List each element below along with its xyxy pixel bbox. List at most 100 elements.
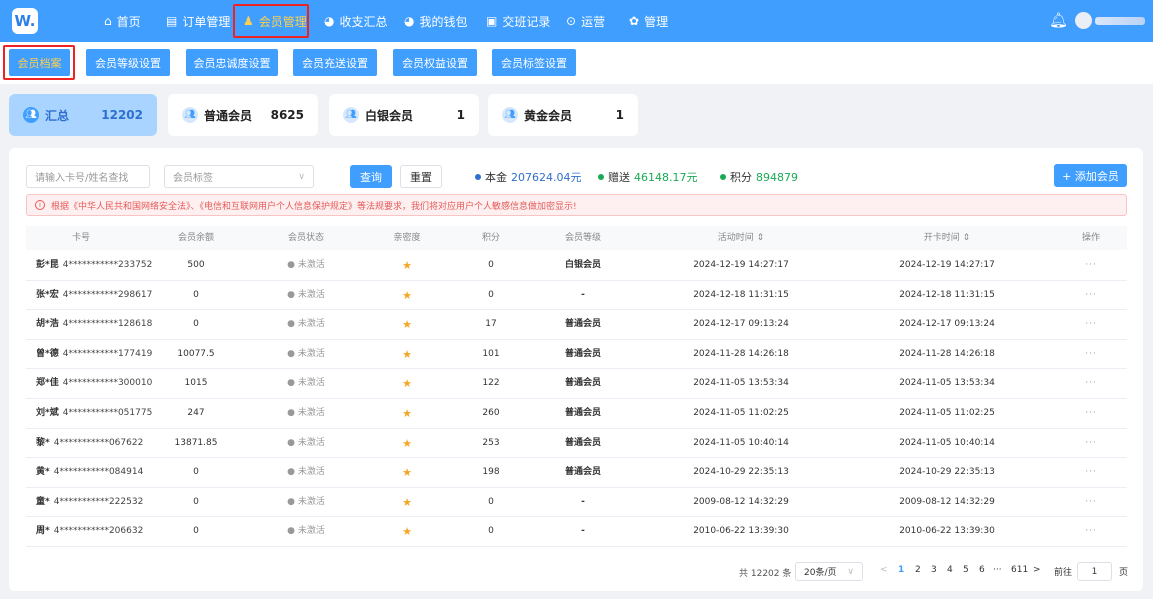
summary-card-total[interactable]: 👥︎ 汇总 12202 — [9, 94, 157, 136]
subnav-benefit-settings[interactable]: 会员权益设置 — [393, 49, 477, 76]
star-icon: ★ — [402, 407, 412, 420]
table-row[interactable]: 刘*斌 4***********051775 247 ● 未激活 ★ 260 普通会员 202… — [26, 399, 1127, 429]
card-number: 4***********298617 — [62, 289, 153, 300]
table-row[interactable]: 张*宏 4***********298617 0 ● 未激活 ★ 0 - 2024-12-18… — [26, 281, 1127, 311]
table-row[interactable]: 彭*昆 4***********233752 500 ● 未激活 ★ 0 白银会员 2024-… — [26, 251, 1127, 281]
page-1[interactable]: 1 — [898, 565, 904, 575]
more-icon[interactable]: ··· — [1085, 319, 1097, 329]
nav-admin[interactable]: ✿ 管理 — [629, 0, 668, 42]
table-row[interactable]: 胡*浩 4***********128618 0 ● 未激活 ★ 17 普通会员 2024-1… — [26, 310, 1127, 340]
username-blurred[interactable] — [1095, 17, 1145, 25]
cell-level: 白银会员 — [564, 260, 601, 270]
next-page-button[interactable]: > — [1033, 565, 1041, 575]
cell-open-time: 2024-11-05 10:40:14 — [899, 437, 995, 448]
member-name: 曾*德 — [36, 348, 59, 359]
reset-button[interactable]: 重置 — [400, 165, 442, 188]
prev-page-button[interactable]: < — [880, 565, 888, 575]
col-intimacy: 亲密度 — [393, 233, 421, 243]
table-row[interactable]: 郑*佳 4***********300010 1015 ● 未激活 ★ 122 普通会员 20… — [26, 369, 1127, 399]
table-row[interactable]: 童* 4***********222532 0 ● 未激活 ★ 0 - 2009-08-12 … — [26, 488, 1127, 518]
cell-status: ● 未激活 — [287, 408, 325, 418]
members-icon: 👥︎ — [23, 107, 39, 123]
more-icon[interactable]: ··· — [1085, 260, 1097, 270]
bell-icon[interactable]: 🔔︎ — [1049, 11, 1068, 29]
more-icon[interactable]: ··· — [1085, 408, 1097, 418]
cell-active-time: 2024-11-05 10:40:14 — [693, 437, 789, 448]
cell-intimacy: ★ — [367, 488, 447, 517]
summary-card-silver[interactable]: 👥︎ 白银会员 1 — [329, 94, 479, 136]
col-open-time[interactable]: 开卡时间 ⇕ — [892, 226, 1002, 250]
query-button[interactable]: 查询 — [350, 165, 392, 188]
cell-active-time: 2024-10-29 22:35:13 — [693, 467, 789, 478]
more-icon[interactable]: ··· — [1085, 378, 1097, 388]
stat-bonus-value: 46148.17元 — [634, 171, 698, 184]
summary-count: 1 — [456, 108, 465, 122]
cell-open-time: 2024-11-05 13:53:34 — [899, 378, 995, 389]
nav-ops[interactable]: ⊙ 运营 — [566, 0, 605, 42]
subnav-recharge-settings[interactable]: 会员充送设置 — [293, 49, 377, 76]
cell-level: - — [581, 496, 585, 507]
members-icon: 👥︎ — [182, 107, 198, 123]
summary-card-regular[interactable]: 👥︎ 普通会员 8625 — [168, 94, 318, 136]
page-3[interactable]: 3 — [931, 565, 937, 575]
home-icon: ⌂ — [104, 14, 112, 28]
more-icon[interactable]: ··· — [1085, 526, 1097, 536]
cell-member: 曾*德 4***********177419 — [36, 340, 156, 369]
page-size-select[interactable]: 20条/页 ∨ — [795, 562, 863, 581]
more-icon[interactable]: ··· — [1085, 497, 1097, 507]
add-member-button[interactable]: + 添加会员 — [1054, 164, 1127, 187]
page-5[interactable]: 5 — [963, 565, 969, 575]
subnav-loyalty-settings[interactable]: 会员忠诚度设置 — [186, 49, 278, 76]
subnav-level-settings[interactable]: 会员等级设置 — [86, 49, 170, 76]
more-icon[interactable]: ··· — [1085, 438, 1097, 448]
nav-orders[interactable]: ▤ 订单管理 — [166, 0, 230, 42]
star-icon: ★ — [402, 377, 412, 391]
cell-member: 童* 4***********222532 — [36, 488, 156, 517]
cell-balance: 500 — [187, 260, 205, 270]
cell-level: 普通会员 — [564, 437, 601, 448]
subnav-tag-settings[interactable]: 会员标签设置 — [492, 49, 576, 76]
nav-finance[interactable]: ◕ 收支汇总 — [324, 0, 388, 42]
avatar[interactable] — [1075, 12, 1092, 29]
page-4[interactable]: 4 — [947, 565, 953, 575]
member-name: 郑*佳 — [36, 378, 59, 389]
members-icon: 👥︎ — [343, 107, 359, 123]
cell-balance: 1015 — [184, 378, 208, 389]
col-active-time[interactable]: 活动时间 ⇕ — [686, 226, 796, 250]
nav-shift[interactable]: ▣ 交班记录 — [486, 0, 550, 42]
cell-points: 0 — [488, 260, 494, 270]
search-input[interactable]: 请输入卡号/姓名查找 — [26, 165, 150, 188]
member-tag-select[interactable]: 会员标签 ∨ — [164, 165, 314, 188]
page-ellipsis[interactable]: ··· — [993, 565, 1002, 575]
table-row[interactable]: 周* 4***********206632 0 ● 未激活 ★ 0 - 2010-06-22 … — [26, 517, 1127, 547]
cell-open-time: 2024-11-28 14:26:18 — [899, 348, 995, 359]
summary-card-gold[interactable]: 👥︎ 黄金会员 1 — [488, 94, 638, 136]
cell-active-time: 2024-11-05 11:02:25 — [693, 408, 789, 418]
cell-actions: ··· — [1066, 458, 1116, 487]
table-row[interactable]: 黄* 4***********084914 0 ● 未激活 ★ 198 普通会员 2024-1… — [26, 458, 1127, 488]
card-number: 4***********233752 — [62, 260, 153, 270]
cell-status: ● 未激活 — [287, 467, 325, 478]
cell-status: ● 未激活 — [287, 526, 325, 537]
table-row[interactable]: 黎* 4***********067622 13871.85 ● 未激活 ★ 253 普通会… — [26, 429, 1127, 459]
card-number: 4***********177419 — [62, 348, 153, 359]
col-level: 会员等级 — [564, 233, 601, 243]
page-2[interactable]: 2 — [915, 565, 921, 575]
nav-home[interactable]: ⌂ 首页 — [104, 0, 141, 42]
cell-intimacy: ★ — [367, 310, 447, 339]
more-icon[interactable]: ··· — [1085, 290, 1097, 300]
stat-points: 积分 894879 — [720, 169, 798, 185]
more-icon[interactable]: ··· — [1085, 467, 1097, 477]
ops-icon: ⊙ — [566, 14, 577, 28]
cell-points: 0 — [488, 526, 494, 537]
cell-status: ● 未激活 — [287, 378, 325, 389]
page-6[interactable]: 6 — [979, 565, 985, 575]
logo[interactable]: W. — [12, 8, 38, 34]
nav-wallet[interactable]: ◕ 我的钱包 — [404, 0, 468, 42]
more-icon[interactable]: ··· — [1085, 349, 1097, 359]
goto-page-input[interactable]: 1 — [1077, 562, 1112, 581]
page-last[interactable]: 611 — [1011, 565, 1028, 575]
page-suffix: 页 — [1119, 568, 1129, 578]
star-icon: ★ — [402, 259, 412, 272]
table-row[interactable]: 曾*德 4***********177419 10077.5 ● 未激活 ★ 101 普通会… — [26, 340, 1127, 370]
